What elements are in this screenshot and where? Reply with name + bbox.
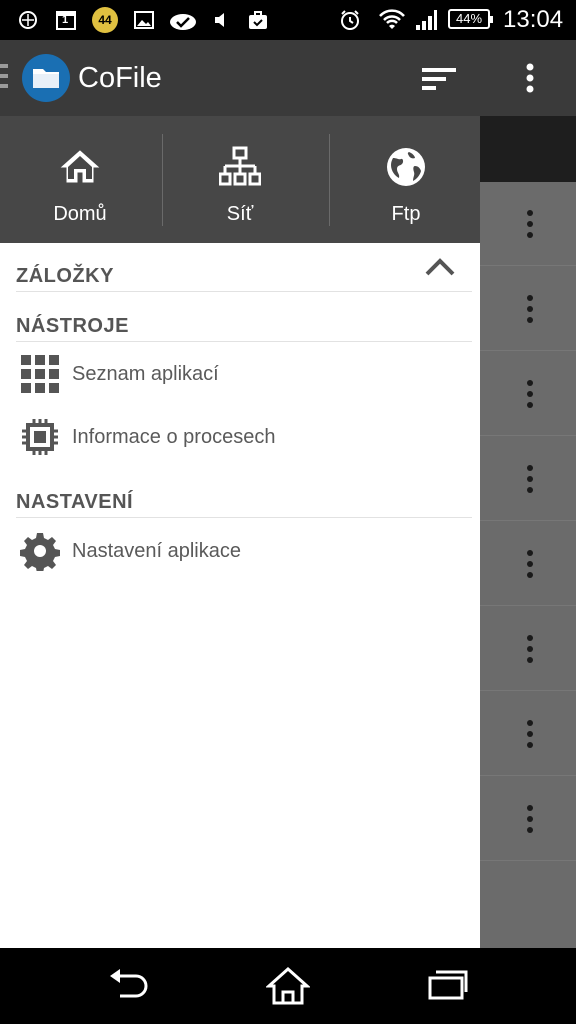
recent-apps-button-icon[interactable] [426, 966, 470, 1006]
item-menu-icon[interactable] [526, 465, 534, 495]
nav-home-button[interactable]: Domů [0, 116, 160, 243]
chip-icon [20, 417, 60, 457]
item-menu-icon[interactable] [526, 210, 534, 240]
list-item[interactable] [480, 352, 576, 436]
menu-item-app-settings[interactable]: Nastavení aplikace [0, 521, 480, 581]
bookmarks-section-title: ZÁLOŽKY [16, 265, 114, 287]
item-menu-icon[interactable] [526, 720, 534, 750]
nav-ftp-button[interactable]: Ftp [326, 116, 486, 243]
tools-section-header: NÁSTROJE [16, 296, 472, 342]
drawer-header-nav: Domů Síť Ftp [0, 116, 480, 243]
item-menu-icon[interactable] [526, 805, 534, 835]
list-item[interactable] [480, 522, 576, 606]
menu-item-app-list-label: Seznam aplikací [72, 363, 219, 385]
app-notification-icon [16, 8, 40, 32]
nav-ftp-label: Ftp [391, 203, 421, 225]
home-icon [59, 146, 101, 188]
chevron-up-icon[interactable] [424, 256, 456, 278]
item-menu-icon[interactable] [526, 295, 534, 325]
back-button-icon[interactable] [106, 966, 150, 1006]
bookmarks-section-header[interactable]: ZÁLOŽKY [16, 246, 472, 292]
alarm-icon [338, 8, 362, 32]
badge-count: 44 [98, 13, 112, 27]
home-button-icon[interactable] [265, 966, 311, 1006]
battery-icon: 44% [448, 9, 493, 29]
sort-icon[interactable] [420, 64, 458, 94]
image-icon [132, 8, 156, 32]
menu-item-process-info[interactable]: Informace o procesech [0, 407, 480, 467]
list-item[interactable] [480, 437, 576, 521]
volume-icon [210, 8, 234, 32]
calendar-day: 1 [62, 14, 69, 26]
app-bar: CoFile [0, 40, 576, 116]
network-icon [218, 146, 262, 188]
gear-icon [20, 531, 60, 573]
sync-badge-icon: 44 [92, 7, 118, 33]
nav-network-button[interactable]: Síť [160, 116, 320, 243]
signal-icon [414, 8, 438, 32]
menu-item-app-list[interactable]: Seznam aplikací [0, 344, 480, 404]
list-item[interactable] [480, 692, 576, 776]
menu-item-app-settings-label: Nastavení aplikace [72, 540, 241, 562]
folder-logo-icon[interactable] [22, 54, 70, 102]
wifi-icon [378, 8, 406, 32]
globe-icon [385, 146, 427, 188]
clock: 13:04 [503, 6, 564, 33]
list-item[interactable] [480, 267, 576, 351]
battery-level: 44% [455, 11, 483, 26]
item-menu-icon[interactable] [526, 380, 534, 410]
tools-section-title: NÁSTROJE [16, 315, 129, 337]
item-menu-icon[interactable] [526, 550, 534, 580]
app-grid-icon [20, 354, 60, 394]
navigation-drawer: Domů Síť Ftp ZÁLOŽKY NÁSTROJE Seznam apl… [0, 116, 480, 948]
screen: 1 44 44% 13:04 CoFile Domů Síť Ftp ZÁLOŽ… [0, 0, 576, 1024]
more-options-icon[interactable] [516, 62, 544, 94]
system-navigation-bar [0, 948, 576, 1024]
list-item[interactable] [480, 777, 576, 861]
menu-item-process-info-label: Informace o procesech [72, 426, 276, 448]
list-item[interactable] [480, 607, 576, 691]
app-title: CoFile [78, 62, 162, 94]
nav-home-label: Domů [53, 203, 107, 225]
settings-section-title: NASTAVENÍ [16, 491, 134, 513]
done-icon [168, 8, 198, 32]
file-list-background [480, 116, 576, 948]
item-menu-icon[interactable] [526, 635, 534, 665]
list-item[interactable] [480, 182, 576, 266]
file-list-header [480, 116, 576, 182]
settings-section-header: NASTAVENÍ [16, 472, 472, 518]
nav-network-label: Síť [226, 203, 254, 225]
status-bar: 1 44 44% 13:04 [0, 0, 576, 40]
drawer-toggle-icon[interactable] [0, 64, 8, 92]
briefcase-icon [246, 8, 270, 32]
